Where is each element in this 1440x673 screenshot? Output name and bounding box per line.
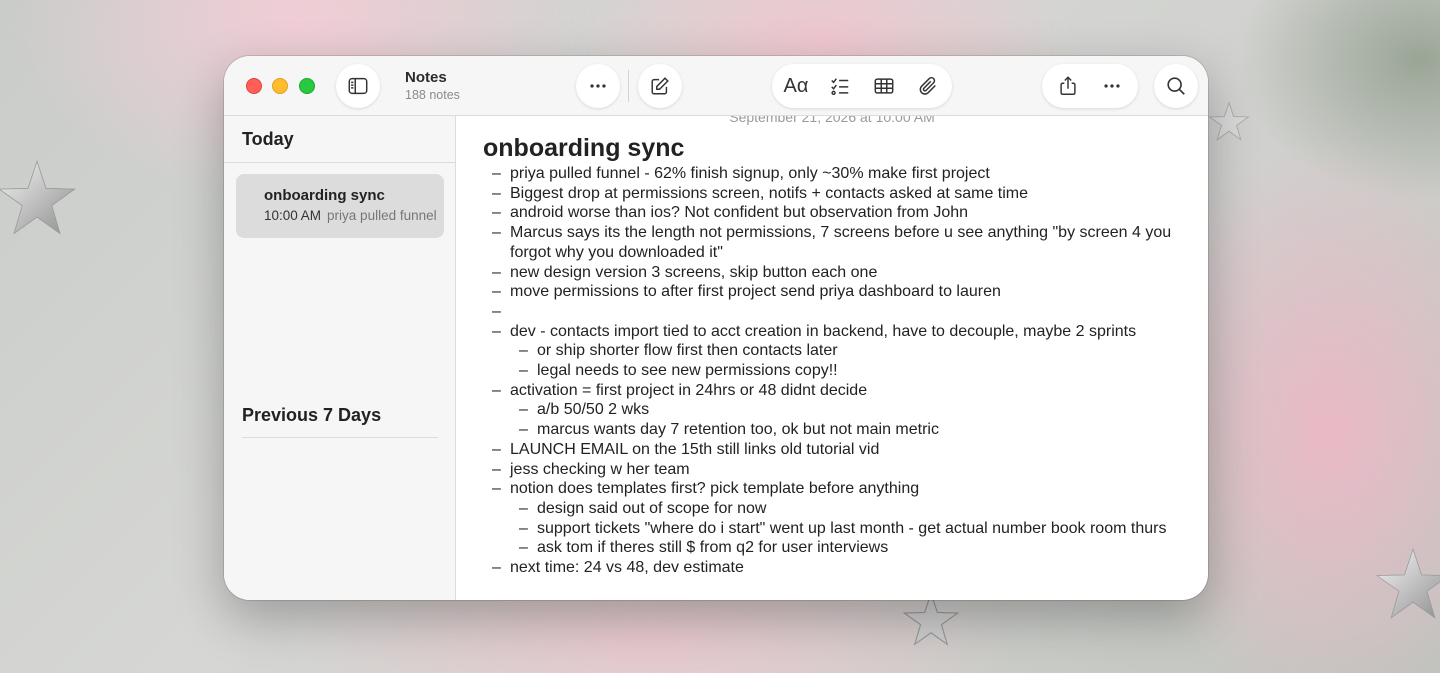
- note-list-item[interactable]: onboarding sync 10:00 AM priya pulled fun…: [236, 174, 444, 238]
- more-options-button[interactable]: [576, 64, 620, 108]
- attachment-button[interactable]: [906, 64, 950, 108]
- section-divider: [242, 437, 438, 438]
- paperclip-icon: [919, 76, 936, 95]
- search-icon: [1154, 64, 1198, 108]
- note-bullet[interactable]: activation = first project in 24hrs or 4…: [492, 381, 1182, 401]
- star-decoration-icon: [1208, 96, 1250, 148]
- note-body[interactable]: priya pulled funnel - 62% finish signup,…: [492, 164, 1182, 578]
- notes-window: Notes 188 notes Aα Today onboarding sync…: [224, 56, 1208, 600]
- note-bullet[interactable]: notion does templates first? pick templa…: [492, 479, 1182, 499]
- note-item-meta: 10:00 AM priya pulled funnel: [264, 208, 436, 223]
- note-count: 188 notes: [405, 88, 460, 102]
- notes-sidebar: Today onboarding sync 10:00 AM priya pull…: [224, 116, 456, 600]
- star-decoration-icon: [1374, 540, 1440, 630]
- note-bullet[interactable]: new design version 3 screens, skip butto…: [492, 263, 1182, 283]
- ellipsis-icon: [576, 64, 620, 108]
- checklist-icon: [831, 78, 849, 96]
- note-bullet[interactable]: jess checking w her team: [492, 460, 1182, 480]
- note-editor[interactable]: September 21, 2026 at 10:00 AM onboardin…: [456, 116, 1208, 600]
- share-more-group: [1042, 64, 1138, 108]
- note-sub-bullet[interactable]: or ship shorter flow first then contacts…: [519, 341, 1182, 361]
- note-bullet[interactable]: LAUNCH EMAIL on the 15th still links old…: [492, 440, 1182, 460]
- share-icon: [1060, 76, 1076, 95]
- note-bullet[interactable]: move permissions to after first project …: [492, 282, 1182, 302]
- more-actions-button[interactable]: [1090, 64, 1134, 108]
- star-decoration-icon: [0, 150, 78, 248]
- table-icon: [874, 78, 894, 94]
- table-button[interactable]: [862, 64, 906, 108]
- note-sub-bullet[interactable]: design said out of scope for now: [519, 499, 1182, 519]
- section-divider: [224, 162, 456, 163]
- note-title[interactable]: onboarding sync: [483, 134, 684, 163]
- ellipsis-icon: [1104, 84, 1120, 88]
- note-sub-bullet[interactable]: ask tom if theres still $ from q2 for us…: [519, 538, 1182, 558]
- note-sub-bullet[interactable]: a/b 50/50 2 wks: [519, 400, 1182, 420]
- note-sub-bullet[interactable]: legal needs to see new permissions copy!…: [519, 361, 1182, 381]
- close-window-button[interactable]: [246, 78, 262, 94]
- app-name: Notes: [405, 69, 447, 86]
- note-date: September 21, 2026 at 10:00 AM: [729, 116, 935, 125]
- search-button[interactable]: [1154, 64, 1198, 108]
- compose-icon: [638, 64, 682, 108]
- sidebar-icon: [336, 64, 380, 108]
- note-bullet[interactable]: Marcus says its the length not permissio…: [492, 223, 1182, 262]
- text-format-button[interactable]: Aα: [774, 64, 818, 108]
- note-item-preview: priya pulled funnel: [327, 208, 436, 223]
- checklist-button[interactable]: [818, 64, 862, 108]
- note-bullet[interactable]: next time: 24 vs 48, dev estimate: [492, 558, 1182, 578]
- zoom-window-button[interactable]: [299, 78, 315, 94]
- sidebar-toggle-button[interactable]: [336, 64, 380, 108]
- toolbar-divider: [628, 70, 629, 102]
- note-bullet[interactable]: android worse than ios? Not confident bu…: [492, 203, 1182, 223]
- note-item-title: onboarding sync: [264, 187, 385, 204]
- app-title: Notes 188 notes: [405, 69, 460, 102]
- minimize-window-button[interactable]: [272, 78, 288, 94]
- new-note-button[interactable]: [638, 64, 682, 108]
- note-bullet[interactable]: Biggest drop at permissions screen, noti…: [492, 184, 1182, 204]
- note-sub-bullet[interactable]: support tickets "where do i start" went …: [519, 519, 1182, 539]
- section-previous-7-days: Previous 7 Days: [242, 405, 382, 425]
- note-bullet[interactable]: dev - contacts import tied to acct creat…: [492, 322, 1182, 342]
- note-bullet[interactable]: priya pulled funnel - 62% finish signup,…: [492, 164, 1182, 184]
- note-bullet[interactable]: [492, 302, 1182, 322]
- note-sub-bullet[interactable]: marcus wants day 7 retention too, ok but…: [519, 420, 1182, 440]
- text-format-icon: Aα: [783, 74, 809, 97]
- note-item-time: 10:00 AM: [264, 208, 322, 223]
- section-today: Today: [242, 129, 294, 149]
- format-tools-group: Aα: [772, 64, 952, 108]
- toolbar: Notes 188 notes Aα: [224, 56, 1208, 116]
- share-button[interactable]: [1046, 64, 1090, 108]
